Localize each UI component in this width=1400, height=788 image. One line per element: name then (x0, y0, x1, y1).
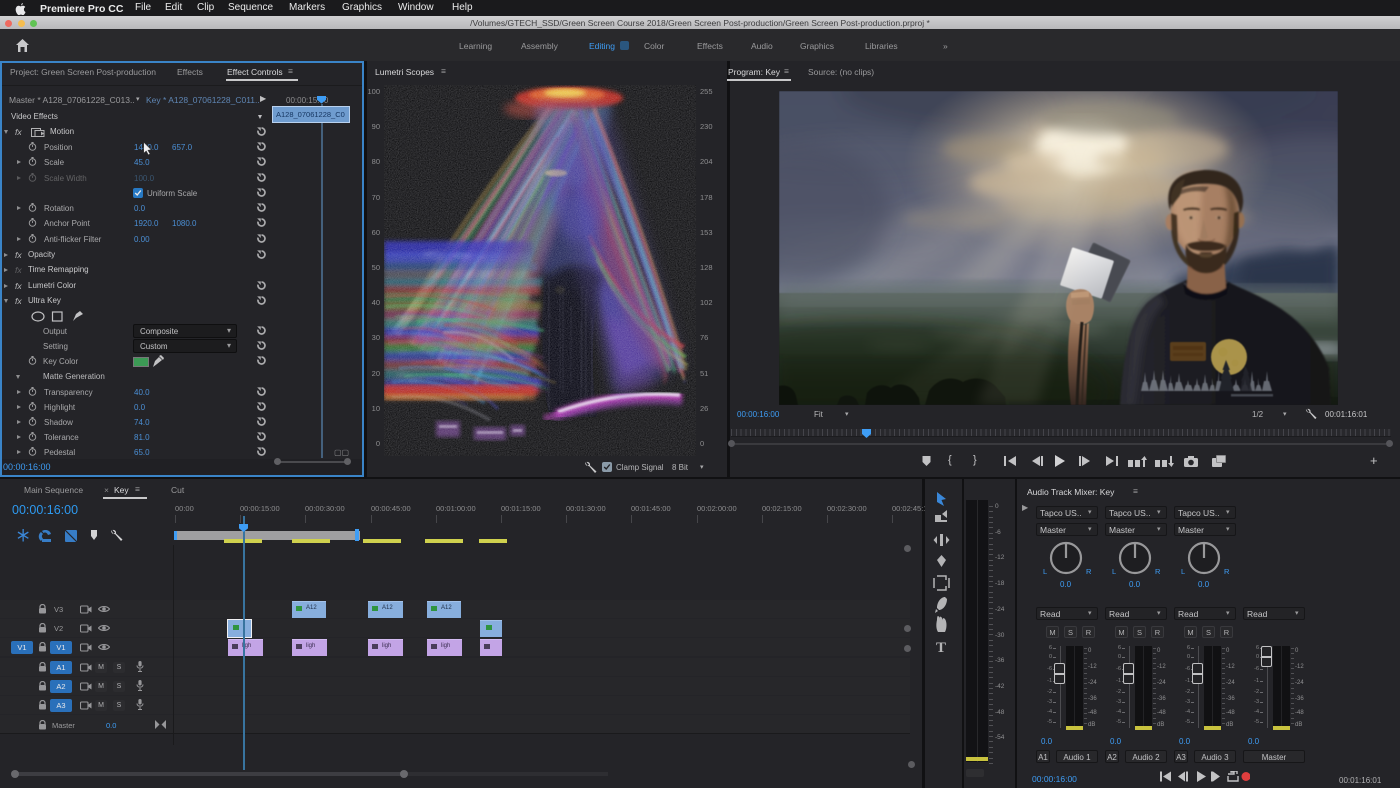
svg-text:T: T (936, 640, 946, 656)
